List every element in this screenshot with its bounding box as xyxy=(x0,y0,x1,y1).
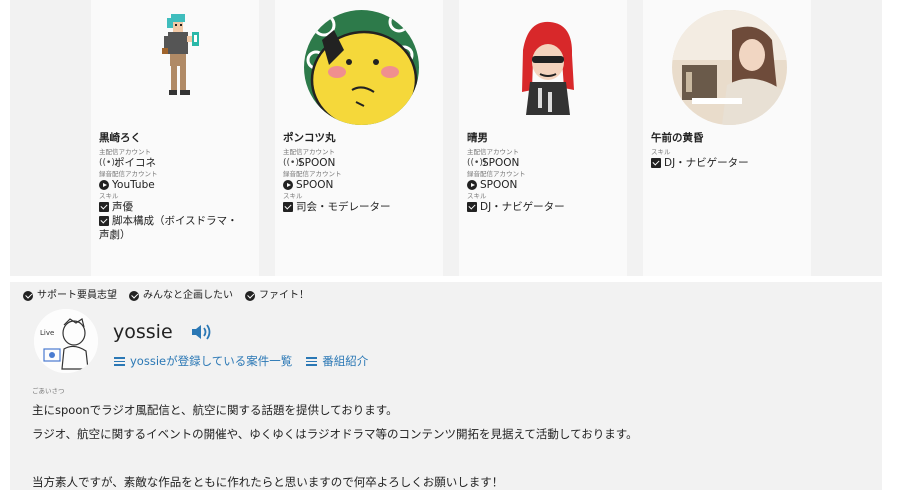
member-name[interactable]: ポンコツ丸 xyxy=(283,132,441,145)
profile-panel: サポート要員志望 みんなと企画したい ファイト！ Live yossie yos… xyxy=(10,282,882,490)
checkbox-icon xyxy=(651,158,661,168)
profile-username[interactable]: yossie xyxy=(113,320,173,344)
program-intro-link[interactable]: 番組紹介 xyxy=(306,354,368,369)
sub-account: YouTube xyxy=(99,178,257,192)
broadcast-icon: ((•)) xyxy=(99,158,119,168)
skill-item-continued: 声劇） xyxy=(99,228,257,242)
skill-text: 脚本構成（ボイスドラマ・ xyxy=(112,215,238,227)
greeting-line: 当方素人ですが、素敵な作品をともに作れたらと思いますので何卒よろしくお願いします… xyxy=(32,475,504,489)
member-avatar[interactable] xyxy=(488,10,603,125)
link-text[interactable]: yossieが登録している案件一覧 xyxy=(130,354,292,369)
play-circle-icon xyxy=(283,180,293,190)
list-icon xyxy=(114,357,125,366)
list-icon xyxy=(306,357,318,366)
project-list-link[interactable]: yossieが登録している案件一覧 xyxy=(114,354,292,369)
greeting-line: ラジオ、航空に関するイベントの開催や、ゆくゆくはラジオドラマ等のコンテンツ開拓を… xyxy=(32,427,638,441)
skill-text: 司会・モデレーター xyxy=(296,201,391,213)
skill-label: スキル xyxy=(651,148,671,156)
check-circle-icon xyxy=(129,290,139,301)
greeting-line xyxy=(32,446,872,470)
svg-text:Live: Live xyxy=(40,329,54,337)
skill-item: 声優 xyxy=(99,200,257,214)
skill-item: DJ・ナビゲーター xyxy=(467,200,625,214)
skill-text: DJ・ナビゲーター xyxy=(664,157,749,169)
check-circle-icon xyxy=(245,290,255,301)
profile-avatar[interactable]: Live xyxy=(34,309,98,373)
sub-account-label: 録音配信アカウント xyxy=(283,170,342,178)
skill-label: スキル xyxy=(283,192,303,200)
profile-tags: サポート要員志望 みんなと企画したい ファイト！ xyxy=(23,289,309,302)
sub-account: SPOON xyxy=(467,178,625,192)
tag-text: サポート要員志望 xyxy=(37,290,117,301)
member-card[interactable]: 午前の黄昏 スキル DJ・ナビゲーター xyxy=(643,0,811,276)
broadcast-icon: ((•)) xyxy=(467,158,487,168)
main-account: ((•)) ポイコネ xyxy=(99,156,257,170)
skill-item: 司会・モデレーター xyxy=(283,200,441,214)
greeting-text: 主にspoonでラジオ風配信と、航空に関する話題を提供しております。 ラジオ、航… xyxy=(32,398,872,494)
sub-account-label: 録音配信アカウント xyxy=(467,170,526,178)
speaker-icon[interactable] xyxy=(190,322,216,342)
greeting-label: ごあいさつ xyxy=(32,387,65,395)
link-text[interactable]: 番組紹介 xyxy=(322,354,368,369)
tag-text: ファイト！ xyxy=(259,290,309,301)
greeting-line: 主にspoonでラジオ風配信と、航空に関する話題を提供しております。 xyxy=(32,403,398,417)
main-account-label: 主配信アカウント xyxy=(283,148,335,156)
tag-text: みんなと企画したい xyxy=(143,290,233,301)
member-avatar[interactable] xyxy=(120,10,235,125)
member-card[interactable]: ポンコツ丸 主配信アカウント ((•)) SPOON 録音配信アカウント SPOO… xyxy=(275,0,443,276)
profile-tag: サポート要員志望 xyxy=(23,289,117,302)
member-card[interactable]: 晴男 主配信アカウント ((•)) SPOON 録音配信アカウント SPOON ス… xyxy=(459,0,627,276)
main-account: ((•)) SPOON xyxy=(283,156,441,170)
member-name[interactable]: 黒崎ろく xyxy=(99,132,257,145)
skill-text: 声劇） xyxy=(99,229,131,241)
main-platform: SPOON xyxy=(298,157,336,169)
main-account-label: 主配信アカウント xyxy=(467,148,519,156)
checkbox-icon xyxy=(283,202,293,212)
check-circle-icon xyxy=(23,290,33,301)
main-platform: ポイコネ xyxy=(114,157,156,169)
member-name[interactable]: 午前の黄昏 xyxy=(651,132,809,145)
play-circle-icon xyxy=(467,180,477,190)
main-account-label: 主配信アカウント xyxy=(99,148,151,156)
sub-platform: YouTube xyxy=(112,179,155,191)
skill-text: 声優 xyxy=(112,201,133,213)
skill-item: DJ・ナビゲーター xyxy=(651,156,809,170)
play-circle-icon xyxy=(99,180,109,190)
broadcast-icon: ((•)) xyxy=(283,158,303,168)
skill-item: 脚本構成（ボイスドラマ・ xyxy=(99,214,257,228)
skill-label: スキル xyxy=(467,192,487,200)
main-account: ((•)) SPOON xyxy=(467,156,625,170)
checkbox-icon xyxy=(467,202,477,212)
profile-tag: ファイト！ xyxy=(245,289,309,302)
member-card[interactable]: 黒崎ろく 主配信アカウント ((•)) ポイコネ 録音配信アカウント YouTub… xyxy=(91,0,259,276)
checkbox-icon xyxy=(99,202,109,212)
sub-platform: SPOON xyxy=(480,179,518,191)
member-avatar[interactable] xyxy=(304,10,419,125)
sub-account-label: 録音配信アカウント xyxy=(99,170,158,178)
profile-links: yossieが登録している案件一覧 番組紹介 xyxy=(114,354,368,369)
main-platform: SPOON xyxy=(482,157,520,169)
member-name[interactable]: 晴男 xyxy=(467,132,625,145)
checkbox-icon xyxy=(99,216,109,226)
sub-platform: SPOON xyxy=(296,179,334,191)
skill-label: スキル xyxy=(99,192,119,200)
profile-tag: みんなと企画したい xyxy=(129,289,233,302)
member-avatar[interactable] xyxy=(672,10,787,125)
skill-text: DJ・ナビゲーター xyxy=(480,201,565,213)
sub-account: SPOON xyxy=(283,178,441,192)
